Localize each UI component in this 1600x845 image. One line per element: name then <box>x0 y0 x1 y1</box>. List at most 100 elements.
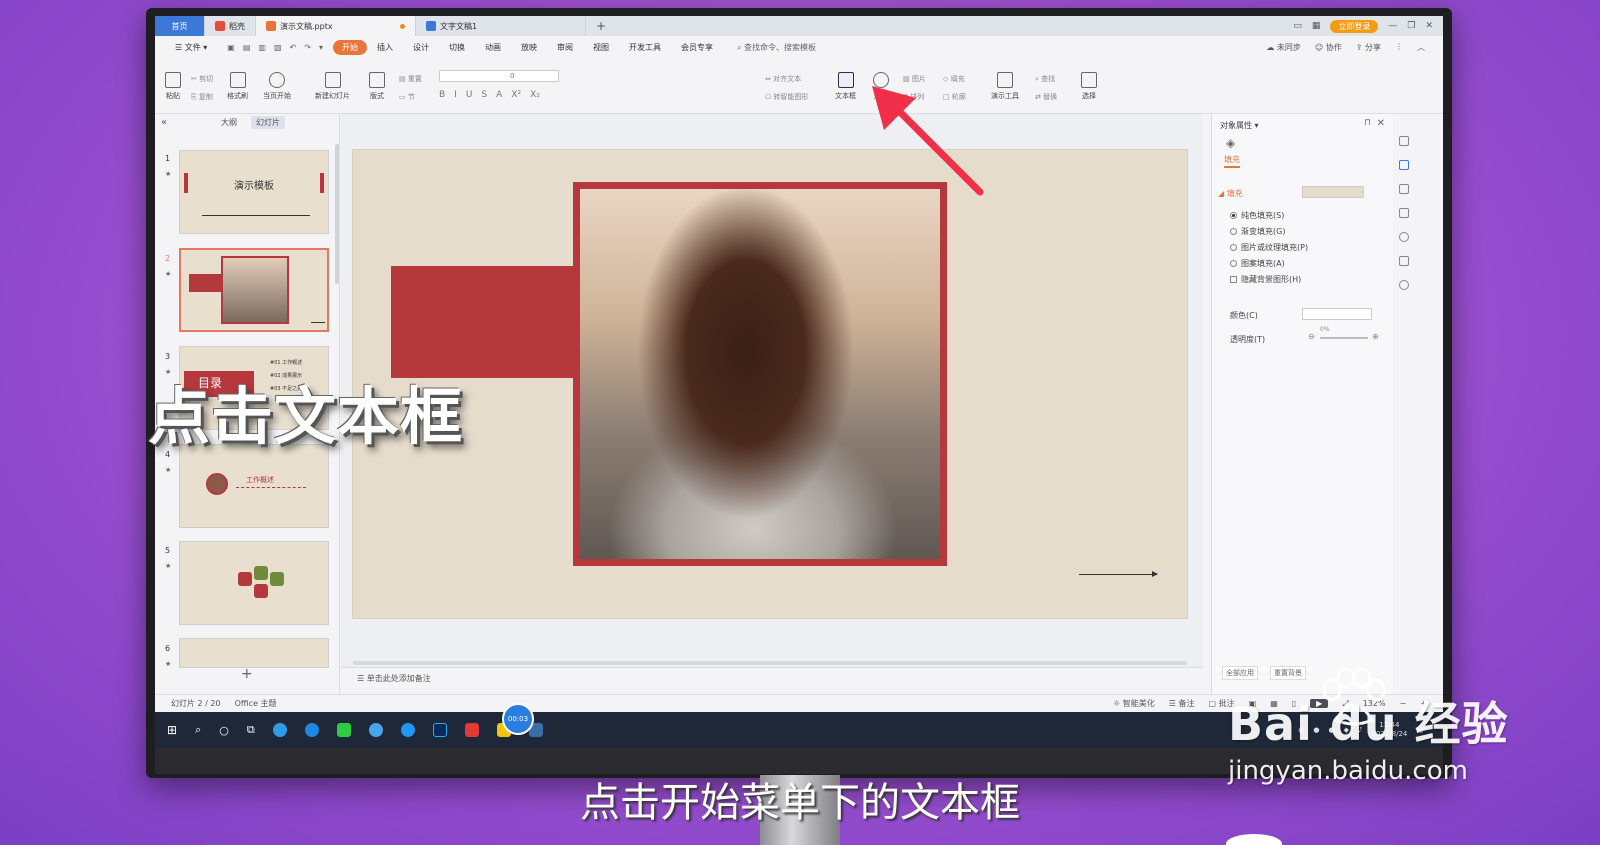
layout-icon[interactable]: ▭ <box>1293 21 1302 31</box>
slide-thumbnail-4[interactable]: 工作概述 <box>179 444 329 528</box>
fill-section-header[interactable]: ◢ 填充 <box>1218 188 1243 199</box>
font-color-icon[interactable]: A <box>496 90 502 100</box>
more-icon[interactable]: ⋮ <box>1395 42 1403 53</box>
wps-icon[interactable] <box>464 723 479 737</box>
pin-side-icon[interactable] <box>1399 184 1409 194</box>
solid-fill-radio[interactable]: 纯色填充(S) <box>1230 210 1284 221</box>
copy-button[interactable]: ⎘ 复制 <box>191 92 213 102</box>
replace-button[interactable]: ⇄ 替换 <box>1035 92 1057 102</box>
properties-title[interactable]: 对象属性 ▾ <box>1220 120 1259 131</box>
hide-background-checkbox[interactable]: 隐藏背景图形(H) <box>1230 274 1301 285</box>
search-icon[interactable]: ⌕ <box>195 723 201 737</box>
superscript-icon[interactable]: X² <box>511 90 521 100</box>
photoshop-icon[interactable] <box>432 723 447 737</box>
settings-side-icon[interactable] <box>1399 160 1409 170</box>
find-button[interactable]: ⌕ 查找 <box>1035 74 1055 84</box>
reset-button[interactable]: ▤ 重置 <box>399 74 422 84</box>
close-icon[interactable]: ✕ <box>1377 118 1385 129</box>
slide-canvas[interactable] <box>353 150 1187 618</box>
wechat-icon[interactable] <box>336 723 351 737</box>
menu-file[interactable]: ☰ 文件 ▾ <box>165 42 217 53</box>
qq-browser-icon[interactable] <box>400 723 415 737</box>
properties-side-icon[interactable] <box>1399 136 1409 146</box>
layout-button[interactable]: 版式 <box>369 72 385 101</box>
font-size-input[interactable]: 0 <box>439 70 559 82</box>
cut-button[interactable]: ✂ 剪切 <box>191 74 213 84</box>
slide-photo[interactable] <box>580 189 940 559</box>
grid-icon[interactable]: ▦ <box>1312 21 1321 31</box>
color-dropdown[interactable] <box>1302 308 1372 320</box>
new-slide-button[interactable]: 新建幻灯片 <box>315 72 350 101</box>
menu-insert[interactable]: 插入 <box>367 42 403 53</box>
select-button[interactable]: 选择 <box>1081 72 1097 101</box>
slide-photo-frame[interactable] <box>573 182 947 566</box>
notes-toggle-button[interactable]: ☰ 备注 <box>1169 698 1195 709</box>
fill-color-swatch[interactable] <box>1302 186 1364 198</box>
menu-view[interactable]: 视图 <box>583 42 619 53</box>
cortana-icon[interactable]: ○ <box>219 724 229 737</box>
smart-beautify-button[interactable]: ☼ 智能美化 <box>1113 698 1155 709</box>
subscript-icon[interactable]: X₂ <box>530 90 540 100</box>
tab-home[interactable]: 首页 <box>155 16 205 36</box>
windows-start-icon[interactable]: ⊞ <box>167 723 177 737</box>
help-icon[interactable] <box>1399 232 1409 242</box>
menu-home[interactable]: 开始 <box>332 39 367 55</box>
italic-icon[interactable]: I <box>454 90 457 100</box>
chevron-down-icon[interactable]: ▾ <box>319 43 323 52</box>
menu-animations[interactable]: 动画 <box>475 42 511 53</box>
align-text-button[interactable]: ⇔ 对齐文本 <box>765 74 801 84</box>
pattern-fill-radio[interactable]: 图案填充(A) <box>1230 258 1285 269</box>
add-slide-icon[interactable]: + <box>241 666 253 682</box>
restore-icon[interactable]: ❐ <box>1407 21 1415 31</box>
undo-icon[interactable]: ↶ <box>290 43 297 52</box>
comment-side-icon[interactable] <box>1399 208 1409 218</box>
slide-thumbnail-1[interactable]: 演示模板 <box>179 150 329 234</box>
add-tab-button[interactable]: + <box>586 16 616 36</box>
sync-status[interactable]: ☁ 未同步 <box>1266 42 1301 53</box>
export-icon[interactable]: ▤ <box>243 43 251 52</box>
slide-red-bar[interactable] <box>391 266 591 378</box>
menu-developer[interactable]: 开发工具 <box>619 42 671 53</box>
slide-thumbnail-2[interactable] <box>179 248 329 332</box>
picture-fill-radio[interactable]: 图片或纹理填充(P) <box>1230 242 1308 253</box>
preview-icon[interactable]: ▧ <box>274 43 282 52</box>
edge-icon[interactable] <box>304 723 319 737</box>
collaborate-button[interactable]: ☺ 协作 <box>1315 42 1342 53</box>
menu-slideshow[interactable]: 放映 <box>511 42 547 53</box>
task-view-icon[interactable]: ⧉ <box>247 723 255 737</box>
location-side-icon[interactable] <box>1399 280 1409 290</box>
menu-transitions[interactable]: 切换 <box>439 42 475 53</box>
save-icon[interactable]: ▣ <box>227 43 235 52</box>
presenter-tools-button[interactable]: 演示工具 <box>991 72 1019 101</box>
slide-panel-scrollbar[interactable] <box>335 144 339 284</box>
tab-document[interactable]: 演示文稿.pptx <box>256 16 416 36</box>
tab-text-doc[interactable]: 文字文稿1 <box>416 16 586 36</box>
paste-button[interactable]: 粘贴 <box>165 72 181 101</box>
gradient-fill-radio[interactable]: 渐变填充(G) <box>1230 226 1285 237</box>
share-button[interactable]: ⇪ 分享 <box>1356 42 1381 53</box>
smart-graphic-button[interactable]: ⎔ 转智能图形 <box>765 92 808 102</box>
tab-store[interactable]: 稻壳 <box>205 16 256 36</box>
transparency-minus-icon[interactable]: ⊖ <box>1308 332 1315 341</box>
textbox-button[interactable]: 文本框 <box>835 72 856 101</box>
redo-icon[interactable]: ↷ <box>304 43 311 52</box>
pin-icon[interactable]: ⊓ <box>1364 118 1371 128</box>
app-icon[interactable] <box>368 723 383 737</box>
reset-background-button[interactable]: 重置背景 <box>1270 666 1306 680</box>
close-icon[interactable]: ✕ <box>1425 21 1433 31</box>
minimize-icon[interactable]: — <box>1388 21 1397 31</box>
tab-outline[interactable]: 大纲 <box>221 117 237 128</box>
format-painter-button[interactable]: 格式刷 <box>227 72 248 101</box>
picture-button[interactable]: ▨ 图片 <box>903 74 926 84</box>
slide-arrow[interactable] <box>1079 571 1158 577</box>
canvas-horizontal-scrollbar[interactable] <box>353 661 1187 665</box>
play-from-current-button[interactable]: 当页开始 <box>263 72 291 101</box>
strikethrough-icon[interactable]: S <box>481 90 487 100</box>
underline-icon[interactable]: U <box>466 90 473 100</box>
browser-icon[interactable] <box>272 723 287 737</box>
gallery-side-icon[interactable] <box>1399 256 1409 266</box>
menu-design[interactable]: 设计 <box>403 42 439 53</box>
menu-review[interactable]: 审阅 <box>547 42 583 53</box>
bold-icon[interactable]: B <box>439 90 445 100</box>
notes-bar[interactable]: ☰ 单击此处添加备注 <box>341 667 1203 689</box>
